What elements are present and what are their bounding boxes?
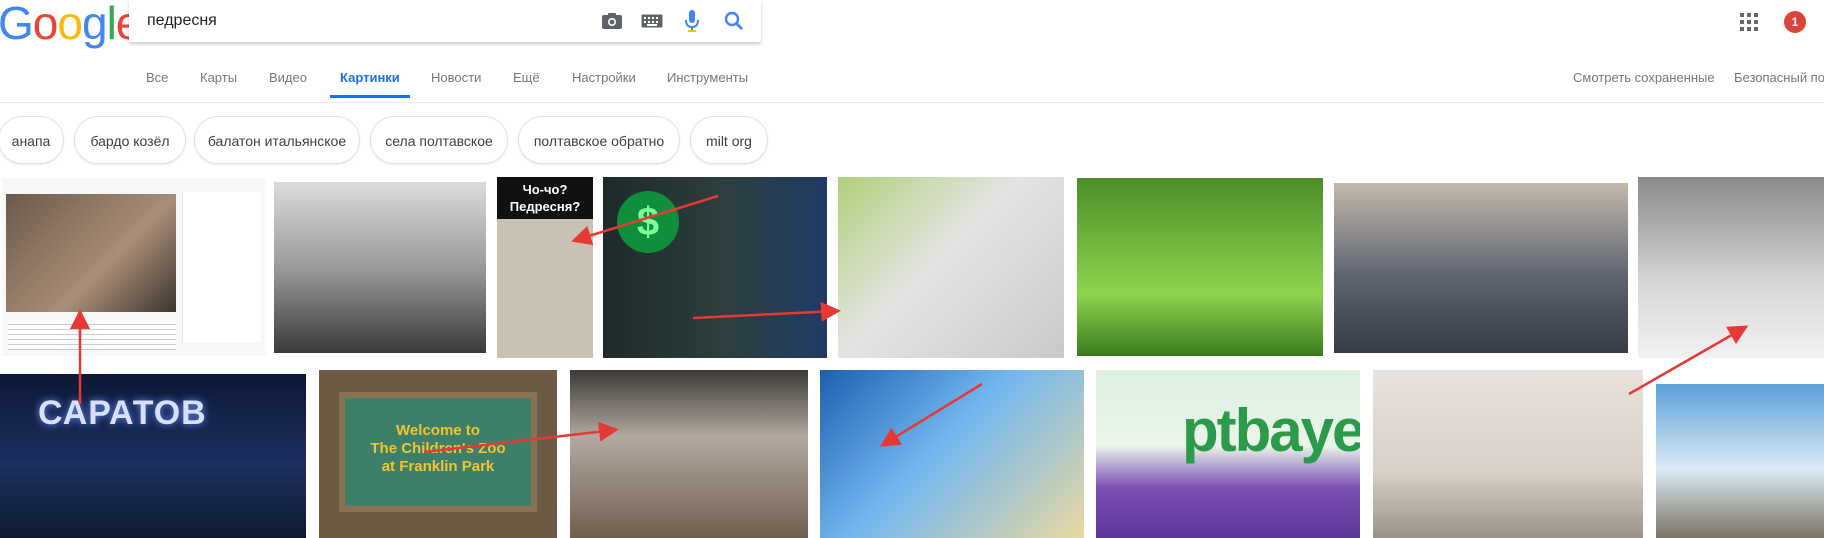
tab-maps[interactable]: Карты bbox=[200, 70, 237, 85]
image-result-5[interactable] bbox=[838, 177, 1064, 358]
saved-images-link[interactable]: Смотреть сохраненные bbox=[1573, 70, 1715, 85]
video-call-thumb bbox=[6, 194, 176, 312]
keyboard-icon[interactable] bbox=[640, 9, 664, 33]
camera-icon[interactable] bbox=[600, 9, 624, 33]
image-result-9[interactable]: САРАТОВ bbox=[0, 374, 306, 538]
mic-icon[interactable] bbox=[680, 9, 704, 33]
chip-anapa[interactable]: анапа bbox=[0, 116, 64, 164]
search-icon[interactable] bbox=[722, 9, 746, 33]
image-result-11[interactable] bbox=[570, 370, 808, 538]
ptbayer-text: ptbaye bbox=[1182, 397, 1360, 464]
chip-sela[interactable]: села полтавское bbox=[370, 116, 508, 164]
search-box bbox=[129, 0, 761, 42]
tab-settings[interactable]: Настройки bbox=[572, 70, 636, 85]
zoo-sign: Welcome to The Children's Zoo at Frankli… bbox=[339, 392, 537, 512]
tab-more[interactable]: Ещё bbox=[513, 70, 540, 85]
image-result-4[interactable]: $ bbox=[603, 177, 827, 358]
choco-line-1: Чо-чо? bbox=[522, 182, 568, 197]
tab-images[interactable]: Картинки bbox=[330, 70, 410, 98]
image-result-8[interactable] bbox=[1638, 177, 1824, 358]
zoo-sign-line-2: The Children's Zoo bbox=[370, 440, 506, 457]
notification-badge[interactable]: 1 bbox=[1784, 11, 1806, 33]
google-logo[interactable]: Google bbox=[0, 0, 141, 47]
image-result-12[interactable] bbox=[820, 370, 1084, 538]
choco-line-2: Педресня? bbox=[509, 199, 581, 214]
tab-news[interactable]: Новости bbox=[431, 70, 481, 85]
tab-tools[interactable]: Инструменты bbox=[667, 70, 748, 85]
image-result-13[interactable]: ptbaye bbox=[1096, 370, 1360, 538]
image-result-6[interactable] bbox=[1077, 178, 1323, 356]
zoo-sign-line-3: at Franklin Park bbox=[381, 458, 495, 475]
image-result-3[interactable]: Чо-чо? Педресня? bbox=[497, 177, 593, 358]
chip-milt[interactable]: milt org bbox=[690, 116, 768, 164]
image-result-15[interactable] bbox=[1656, 384, 1824, 538]
dollar-sign-icon: $ bbox=[617, 191, 679, 253]
sidebar-panel bbox=[182, 192, 261, 342]
zoo-sign-line-1: Welcome to bbox=[396, 422, 480, 439]
saratov-sign: САРАТОВ bbox=[38, 394, 207, 432]
tab-all[interactable]: Все bbox=[146, 70, 168, 85]
image-result-14[interactable] bbox=[1373, 370, 1643, 538]
chip-bardo[interactable]: бардо козёл bbox=[74, 116, 186, 164]
search-input[interactable] bbox=[145, 8, 569, 34]
chip-poltavskoe[interactable]: полтавское обратно bbox=[518, 116, 680, 164]
image-result-2[interactable] bbox=[274, 182, 486, 353]
safe-search-link[interactable]: Безопасный пои bbox=[1734, 70, 1824, 85]
image-result-1[interactable] bbox=[2, 178, 266, 356]
apps-grid-icon[interactable] bbox=[1740, 13, 1758, 31]
image-result-7[interactable] bbox=[1334, 183, 1628, 353]
text-lines bbox=[8, 320, 176, 350]
tab-video[interactable]: Видео bbox=[269, 70, 307, 85]
image-result-10[interactable]: Welcome to The Children's Zoo at Frankli… bbox=[319, 370, 557, 538]
chip-balaton[interactable]: балатон итальянское bbox=[194, 116, 360, 164]
header: Google Все Карты Видео Картинки Новости … bbox=[0, 0, 1824, 103]
